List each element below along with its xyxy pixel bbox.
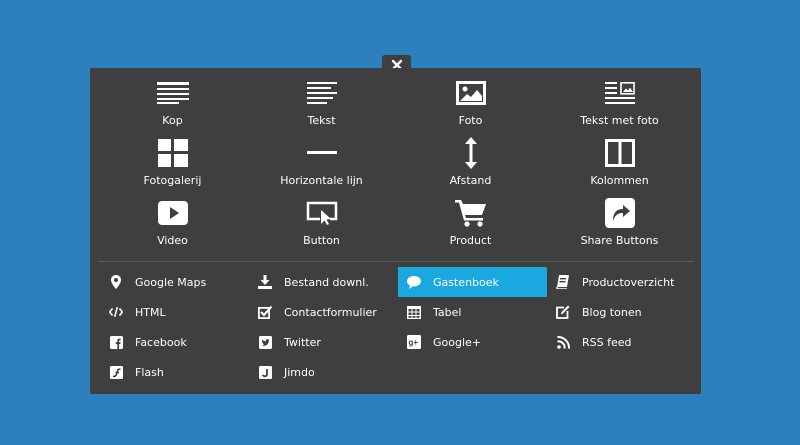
list-item-label: Google Maps [135, 275, 207, 289]
text-with-photo-icon [604, 77, 635, 109]
tile-label: Fotogalerij [143, 174, 202, 187]
element-grid: Kop Tekst Foto Tekst met foto Fotogaleri… [98, 76, 694, 256]
list-item-label: Bestand downl. [284, 275, 369, 289]
tile-label: Tekst [307, 114, 336, 127]
list-item-label: HTML [135, 305, 166, 319]
list-item-productoverzicht[interactable]: Productoverzicht [547, 267, 696, 297]
checkbox-icon [258, 305, 272, 319]
list-item-label: Blog tonen [582, 305, 642, 319]
tile-fotogalerij[interactable]: Fotogalerij [98, 136, 247, 196]
tile-button[interactable]: Button [247, 196, 396, 256]
list-item-twitter[interactable]: Twitter [249, 327, 398, 357]
spacing-icon [464, 137, 478, 169]
facebook-icon [109, 335, 123, 349]
tile-label: Horizontale lijn [280, 174, 363, 187]
list-item-label: Facebook [135, 335, 187, 349]
list-item-label: Productoverzicht [582, 275, 675, 289]
gallery-icon [157, 137, 188, 169]
horizontal-line-icon [306, 137, 337, 169]
tile-label: Button [303, 234, 340, 247]
list-item-html[interactable]: HTML [100, 297, 249, 327]
tile-label: Afstand [449, 174, 492, 187]
tile-product[interactable]: Product [396, 196, 545, 256]
tile-label: Video [157, 234, 188, 247]
text-icon [306, 77, 337, 109]
table-icon [407, 305, 421, 319]
video-icon [157, 197, 188, 229]
flash-icon [109, 365, 123, 379]
tile-share-buttons[interactable]: Share Buttons [545, 196, 694, 256]
button-icon [306, 197, 338, 229]
heading-icon [156, 77, 189, 109]
map-pin-icon [109, 275, 123, 289]
tile-afstand[interactable]: Afstand [396, 136, 545, 196]
list-item-rss-feed[interactable]: RSS feed [547, 327, 696, 357]
tile-label: Share Buttons [580, 234, 659, 247]
list-item-label: Flash [135, 365, 164, 379]
list-item-gastenboek[interactable]: Gastenboek [398, 267, 547, 297]
share-icon [604, 197, 635, 229]
tile-video[interactable]: Video [98, 196, 247, 256]
tile-kolommen[interactable]: Kolommen [545, 136, 694, 196]
list-item-google-maps[interactable]: Google Maps [100, 267, 249, 297]
list-item-label: Tabel [433, 305, 462, 319]
list-item-label: Gastenboek [433, 275, 499, 289]
add-element-panel: Kop Tekst Foto Tekst met foto Fotogaleri… [90, 68, 701, 394]
svg-text:g+: g+ [409, 338, 419, 347]
list-item-label: Contactformulier [284, 305, 377, 319]
photo-icon [455, 77, 486, 109]
list-item-blog-tonen[interactable]: Blog tonen [547, 297, 696, 327]
list-item-bestand-downl[interactable]: Bestand downl. [249, 267, 398, 297]
tile-label: Kolommen [590, 174, 649, 187]
list-item-label: Google+ [433, 335, 482, 349]
jimdo-icon [258, 365, 272, 379]
product-overview-icon [556, 275, 570, 289]
tile-foto[interactable]: Foto [396, 76, 545, 136]
tile-horizontale-lijn[interactable]: Horizontale lijn [247, 136, 396, 196]
list-item-facebook[interactable]: Facebook [100, 327, 249, 357]
tile-label: Product [449, 234, 492, 247]
speech-bubble-icon [407, 275, 421, 289]
list-item-jimdo[interactable]: Jimdo [249, 357, 398, 387]
columns-icon [604, 137, 635, 169]
twitter-icon [258, 335, 272, 349]
list-item-tabel[interactable]: Tabel [398, 297, 547, 327]
tile-label: Tekst met foto [580, 114, 659, 127]
list-item-label: RSS feed [582, 335, 632, 349]
edit-icon [556, 305, 570, 319]
cart-icon [454, 197, 487, 229]
list-item-label: Jimdo [284, 365, 315, 379]
google-plus-icon: g+ [407, 335, 421, 349]
tile-kop[interactable]: Kop [98, 76, 247, 136]
list-item-label: Twitter [284, 335, 321, 349]
list-item-flash[interactable]: Flash [100, 357, 249, 387]
code-icon [109, 305, 123, 319]
tile-tekst[interactable]: Tekst [247, 76, 396, 136]
list-item-contactformulier[interactable]: Contactformulier [249, 297, 398, 327]
tile-label: Kop [162, 114, 183, 127]
tile-label: Foto [458, 114, 483, 127]
tile-tekst-met-foto[interactable]: Tekst met foto [545, 76, 694, 136]
rss-icon [556, 335, 570, 349]
list-item-google-plus[interactable]: g+ Google+ [398, 327, 547, 357]
divider [98, 261, 694, 262]
element-list: Google Maps Bestand downl. Gastenboek Pr… [100, 267, 696, 387]
download-icon [258, 275, 272, 289]
